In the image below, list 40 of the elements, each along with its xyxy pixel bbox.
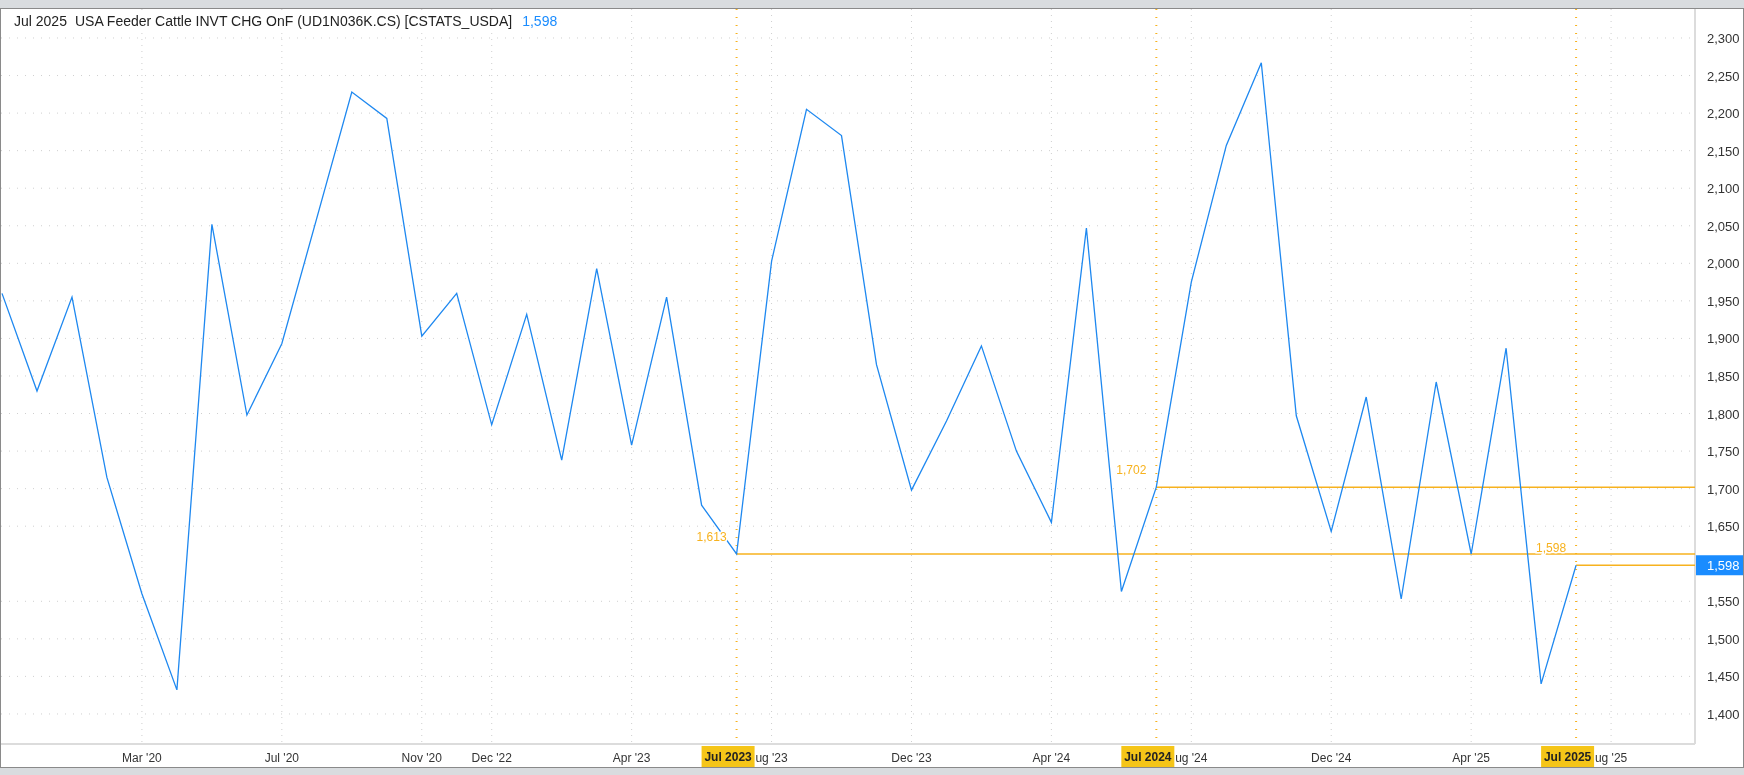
axis-label: Dec '22 xyxy=(471,751,512,765)
axis-label: 2,000 xyxy=(1707,256,1740,272)
axis-label: 1,500 xyxy=(1707,631,1740,647)
axis-label: 1,850 xyxy=(1707,368,1740,384)
chart-title: USA Feeder Cattle INVT CHG OnF (UD1N036K.CS) [CSTATS_USDA] xyxy=(74,13,513,29)
axis-label: 1,400 xyxy=(1707,706,1740,722)
axis-label: 2,050 xyxy=(1707,218,1740,234)
chart-date: Jul 2025 xyxy=(14,13,67,29)
level-label: 1,613 xyxy=(696,530,727,544)
axis-label: Apr '23 xyxy=(612,751,651,765)
axis-label: 2,300 xyxy=(1707,31,1740,46)
axis-label: ug '24 xyxy=(1175,751,1208,765)
axis-label: 2,200 xyxy=(1707,106,1740,122)
axis-label: 1,900 xyxy=(1707,331,1740,347)
axis-label: 1,450 xyxy=(1707,669,1740,685)
axis-label: 2,150 xyxy=(1707,143,1740,159)
level-label: 1,598 xyxy=(1536,541,1567,556)
axis-label: Apr '24 xyxy=(1032,751,1071,765)
axis-label: Mar '20 xyxy=(122,751,162,765)
axis-label: 2,250 xyxy=(1707,68,1740,84)
axis-label: 2,100 xyxy=(1707,181,1740,197)
axis-label: 1,550 xyxy=(1707,594,1740,610)
axis-label: 1,800 xyxy=(1707,406,1740,422)
axis-label: 1,650 xyxy=(1707,519,1740,535)
axis-label: Dec '23 xyxy=(891,751,932,765)
date-marker: Jul 2024 xyxy=(1121,746,1175,767)
axis-label: 1,950 xyxy=(1707,293,1740,309)
axis-label: Dec '24 xyxy=(1311,751,1352,765)
axis-label: Jul '20 xyxy=(264,751,299,765)
date-marker: Jul 2023 xyxy=(701,746,755,767)
chart-value: 1,598 xyxy=(522,13,558,29)
axis-label: ug '25 xyxy=(1594,751,1628,765)
price-tag: 1,598 xyxy=(1696,555,1743,576)
axis-label: 1,750 xyxy=(1707,444,1740,460)
axis-label: 1,700 xyxy=(1707,481,1740,497)
axis-label: ug '23 xyxy=(755,751,788,765)
axis-label: Apr '25 xyxy=(1452,751,1490,765)
axis-label: Nov '20 xyxy=(401,751,442,765)
level-label: 1,702 xyxy=(1116,463,1147,478)
date-marker: Jul 2025 xyxy=(1541,746,1595,767)
